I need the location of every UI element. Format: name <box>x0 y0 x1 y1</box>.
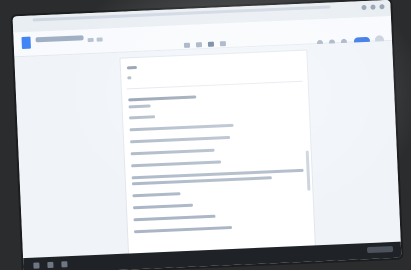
redo-icon[interactable] <box>195 42 203 48</box>
text-line <box>131 160 222 168</box>
divider <box>126 80 303 90</box>
scrollbar[interactable] <box>305 150 311 191</box>
document-page[interactable] <box>120 50 315 254</box>
taskbar-apps <box>33 261 68 269</box>
close-icon[interactable] <box>379 4 385 10</box>
text-line <box>132 192 181 198</box>
move-icon[interactable] <box>96 37 103 42</box>
monitor-screen <box>12 0 402 270</box>
window-controls <box>361 4 385 11</box>
docs-icon[interactable] <box>21 36 31 49</box>
text-line <box>129 115 156 120</box>
system-tray[interactable] <box>366 245 394 254</box>
star-icon[interactable] <box>87 37 94 43</box>
maximize-icon[interactable] <box>370 4 376 10</box>
document-title[interactable] <box>35 35 84 43</box>
document-workspace <box>14 40 401 259</box>
text-line <box>129 123 234 132</box>
photo-stage <box>0 0 411 270</box>
text-line <box>133 225 233 234</box>
text-line <box>128 104 151 109</box>
tab-strip[interactable] <box>32 5 331 22</box>
more-icon[interactable] <box>219 41 227 47</box>
text-line <box>130 148 215 156</box>
text-line <box>133 214 216 222</box>
text-line <box>132 203 194 210</box>
text-line <box>127 76 132 80</box>
browser-icon[interactable] <box>47 261 54 269</box>
text-line <box>130 135 231 144</box>
format-icon[interactable] <box>207 41 215 47</box>
files-icon[interactable] <box>61 261 68 268</box>
launcher-icon[interactable] <box>33 262 40 269</box>
minimize-icon[interactable] <box>361 4 367 11</box>
text-line <box>126 65 137 70</box>
undo-icon[interactable] <box>183 42 191 48</box>
text-line <box>128 95 197 102</box>
